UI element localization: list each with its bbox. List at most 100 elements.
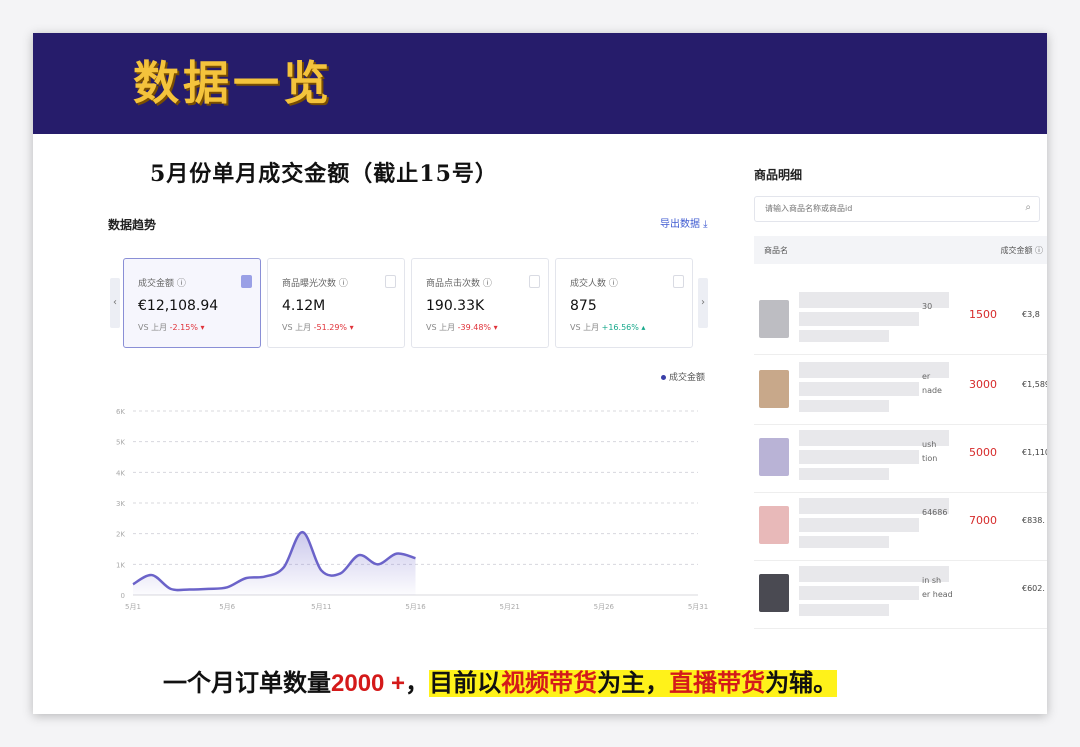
caption-order-count: 2000 + [331,670,406,697]
caption-part: 目前以 [429,670,502,697]
caption-part: 为主， [597,670,670,697]
caption-part: 一个月订单数量 [163,670,331,697]
trend-section-title: 数据趋势 [108,218,157,232]
product-text-fragment: nade [922,386,942,395]
subheading: 5月份单月成交金额（截止15号） [150,161,498,187]
y-tick-label: 2K [116,531,125,539]
product-search-box[interactable]: ⌕ [754,196,1040,222]
product-thumbnail [759,506,789,544]
x-tick-label: 5月16 [405,603,426,611]
caption-part: 为辅。 [765,670,838,697]
x-tick-label: 5月6 [219,603,235,611]
product-text-fragment: tion [922,454,938,463]
product-row[interactable]: 30 1500 €3,8 [754,286,1047,355]
y-tick-label: 5K [116,439,125,447]
product-amount: €1,589. [1022,380,1047,389]
kpi-label: 商品点击次数 ⓘ [426,279,492,289]
x-tick-label: 5月31 [688,603,708,611]
kpi-compare: VS 上月 -39.48% ▾ [426,322,498,333]
product-text-fragment: in sh [922,576,942,585]
caption-highlight: 目前以视频带货为主，直播带货为辅。 [429,670,838,697]
kpi-label: 商品曝光次数 ⓘ [282,279,348,289]
x-tick-label: 5月1 [125,603,141,611]
product-row[interactable]: in sh er head €602. [754,560,1047,629]
header-product-name: 商品名 [764,246,788,255]
slide: 数据一览 5月份单月成交金额（截止15号） 数据趋势 导出数据 ⤓ ‹ › 成交… [33,33,1047,714]
product-text-fragment: er [922,372,931,381]
checkbox-icon[interactable] [241,275,252,288]
product-amount: €1,110. [1022,448,1047,457]
product-thumbnail [759,438,789,476]
kpi-compare-prefix: VS 上月 [426,323,458,332]
kpi-card-buyers[interactable]: 成交人数 ⓘ 875 VS 上月 +16.56% ▴ [555,258,693,348]
legend-label: 成交金额 [669,373,706,383]
kpi-value: €12,108.94 [138,298,219,314]
kpi-compare-value: -51.29% ▾ [313,323,354,332]
x-tick-label: 5月26 [594,603,615,611]
caption-part: ， [405,670,430,697]
kpi-label: 成交人数 ⓘ [570,279,618,289]
chart-legend[interactable]: 成交金额 [661,370,705,383]
kpi-compare: VS 上月 -51.29% ▾ [282,322,354,333]
product-text-fragment: 64686 [922,508,948,517]
kpi-compare-value: -39.48% ▾ [457,323,498,332]
product-quantity: 7000 [969,514,997,527]
y-tick-label: 1K [116,561,125,569]
product-row[interactable]: er nade 3000 €1,589. [754,356,1047,425]
product-thumbnail [759,300,789,338]
product-search-input[interactable] [763,203,1007,214]
blurred-product-id [799,330,889,342]
kpi-card-gmv[interactable]: 成交金额 ⓘ €12,108.94 VS 上月 -2.15% ▾ [123,258,261,348]
product-thumbnail [759,370,789,408]
kpi-compare-prefix: VS 上月 [570,323,602,332]
kpi-value: 190.33K [426,298,485,314]
kpi-value: 4.12M [282,298,326,314]
y-tick-label: 3K [116,500,125,508]
product-detail-panel: 商品明细 ⌕ 商品名 成交金额 ⓘ 30 1500 €3,8 er nade 3000 €1… [751,158,1047,638]
kpi-compare: VS 上月 -2.15% ▾ [138,322,205,333]
product-amount: €838. [1022,516,1045,525]
product-row[interactable]: 64686 7000 €838. [754,492,1047,561]
product-text-fragment: 30 [922,302,933,311]
export-data-link[interactable]: 导出数据 ⤓ [660,215,708,230]
product-text-fragment: er head [922,590,953,599]
y-tick-label: 0 [121,592,125,600]
blurred-product-name [799,450,919,464]
kpi-compare-prefix: VS 上月 [282,323,314,332]
kpi-label: 成交金额 ⓘ [138,279,186,289]
blurred-product-id [799,400,889,412]
product-row[interactable]: ush tion 5000 €1,110. [754,424,1047,493]
kpi-compare-value: -2.15% ▾ [169,323,205,332]
product-quantity: 1500 [969,308,997,321]
kpi-compare-prefix: VS 上月 [138,323,170,332]
kpi-prev-arrow-icon[interactable]: ‹ [110,278,120,328]
banner-title: 数据一览 [133,56,333,110]
product-quantity: 3000 [969,378,997,391]
search-icon[interactable]: ⌕ [1025,202,1031,213]
blurred-product-id [799,536,889,548]
y-tick-label: 4K [116,469,125,477]
kpi-card-impressions[interactable]: 商品曝光次数 ⓘ 4.12M VS 上月 -51.29% ▾ [267,258,405,348]
checkbox-icon[interactable] [385,275,396,288]
caption-live: 直播带货 [669,670,766,697]
y-tick-label: 6K [116,408,125,416]
kpi-next-arrow-icon[interactable]: › [698,278,708,328]
product-text-fragment: ush [922,440,937,449]
kpi-compare: VS 上月 +16.56% ▴ [570,322,645,333]
x-tick-label: 5月21 [499,603,519,611]
product-table-header: 商品名 成交金额 ⓘ [754,236,1047,264]
blurred-product-name [799,518,919,532]
bottom-caption: 一个月订单数量2000 +，目前以视频带货为主，直播带货为辅。 [163,663,838,698]
trend-chart: 0 1K 2K 3K 4K 5K 6K 5月1 5月6 5月11 5月16 5月21 5月26 5月31 [116,408,708,611]
kpi-card-clicks[interactable]: 商品点击次数 ⓘ 190.33K VS 上月 -39.48% ▾ [411,258,549,348]
checkbox-icon[interactable] [529,275,540,288]
product-quantity: 5000 [969,446,997,459]
kpi-compare-value: +16.56% ▴ [601,323,646,332]
blurred-product-name [799,382,919,396]
blurred-product-id [799,468,889,480]
header-amount[interactable]: 成交金额 ⓘ [1000,245,1043,256]
checkbox-icon[interactable] [673,275,684,288]
x-tick-label: 5月11 [311,603,331,611]
product-amount: €3,8 [1022,310,1040,319]
blurred-product-name [799,586,919,600]
